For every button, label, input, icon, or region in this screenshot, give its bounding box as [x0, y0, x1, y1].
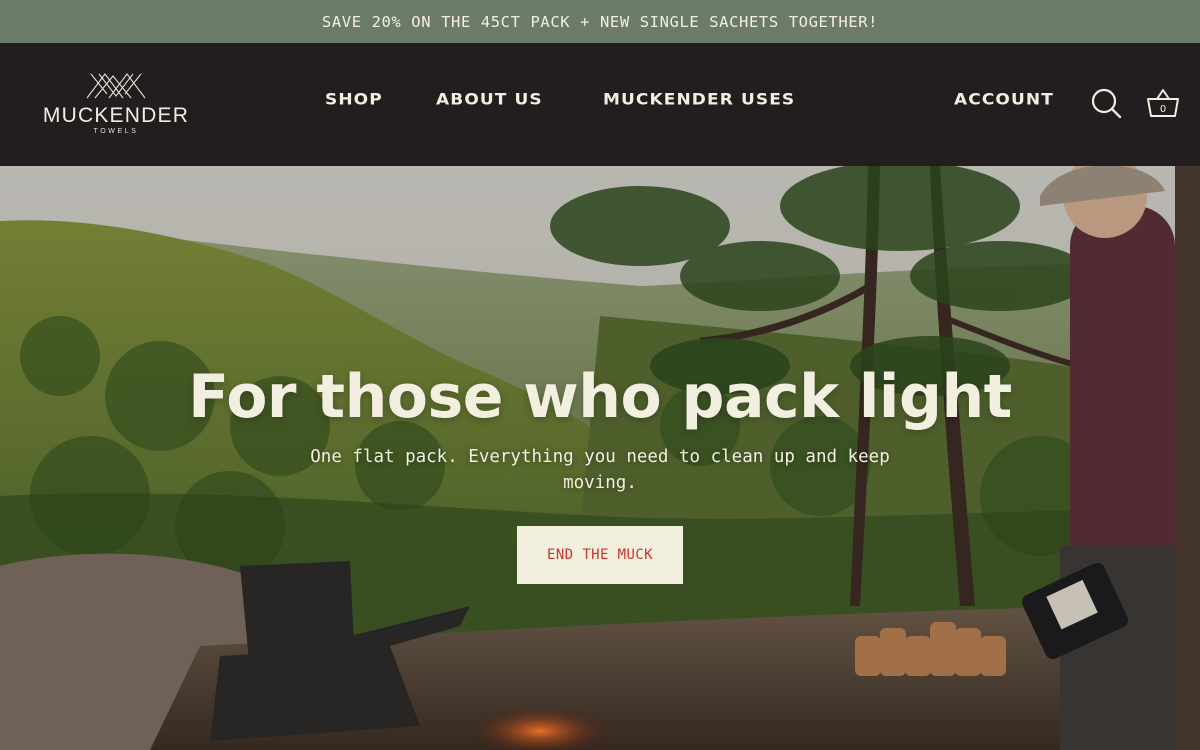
cart-count: 0 — [1160, 104, 1166, 115]
nav-muckender-uses[interactable]: MUCKENDER USES — [603, 91, 795, 109]
account-link[interactable]: ACCOUNT — [954, 91, 1054, 109]
announcement-text: SAVE 20% ON THE 45CT PACK + NEW SINGLE S… — [321, 12, 879, 31]
logo-mark-icon — [86, 73, 146, 99]
hero-banner: For those who pack light One flat pack. … — [0, 166, 1200, 750]
site-header: MUCKENDER TOWELS SHOP ABOUT US MUCKENDER… — [0, 43, 1200, 166]
brand-logo[interactable]: MUCKENDER TOWELS — [40, 70, 192, 140]
search-icon — [1091, 88, 1122, 119]
brand-tagline: TOWELS — [93, 128, 139, 135]
cart-button[interactable]: 0 — [1146, 87, 1179, 119]
announcement-bar: SAVE 20% ON THE 45CT PACK + NEW SINGLE S… — [0, 0, 1200, 43]
search-button[interactable] — [1090, 87, 1122, 119]
basket-icon: 0 — [1147, 89, 1179, 117]
hero-title: For those who pack light — [188, 362, 1012, 432]
nav-shop[interactable]: SHOP — [325, 91, 383, 109]
hero-subtitle: One flat pack. Everything you need to cl… — [310, 447, 890, 493]
brand-name: MUCKENDER — [42, 104, 190, 127]
end-the-muck-button[interactable]: END THE MUCK — [517, 526, 683, 584]
nav-about-us[interactable]: ABOUT US — [436, 91, 543, 109]
